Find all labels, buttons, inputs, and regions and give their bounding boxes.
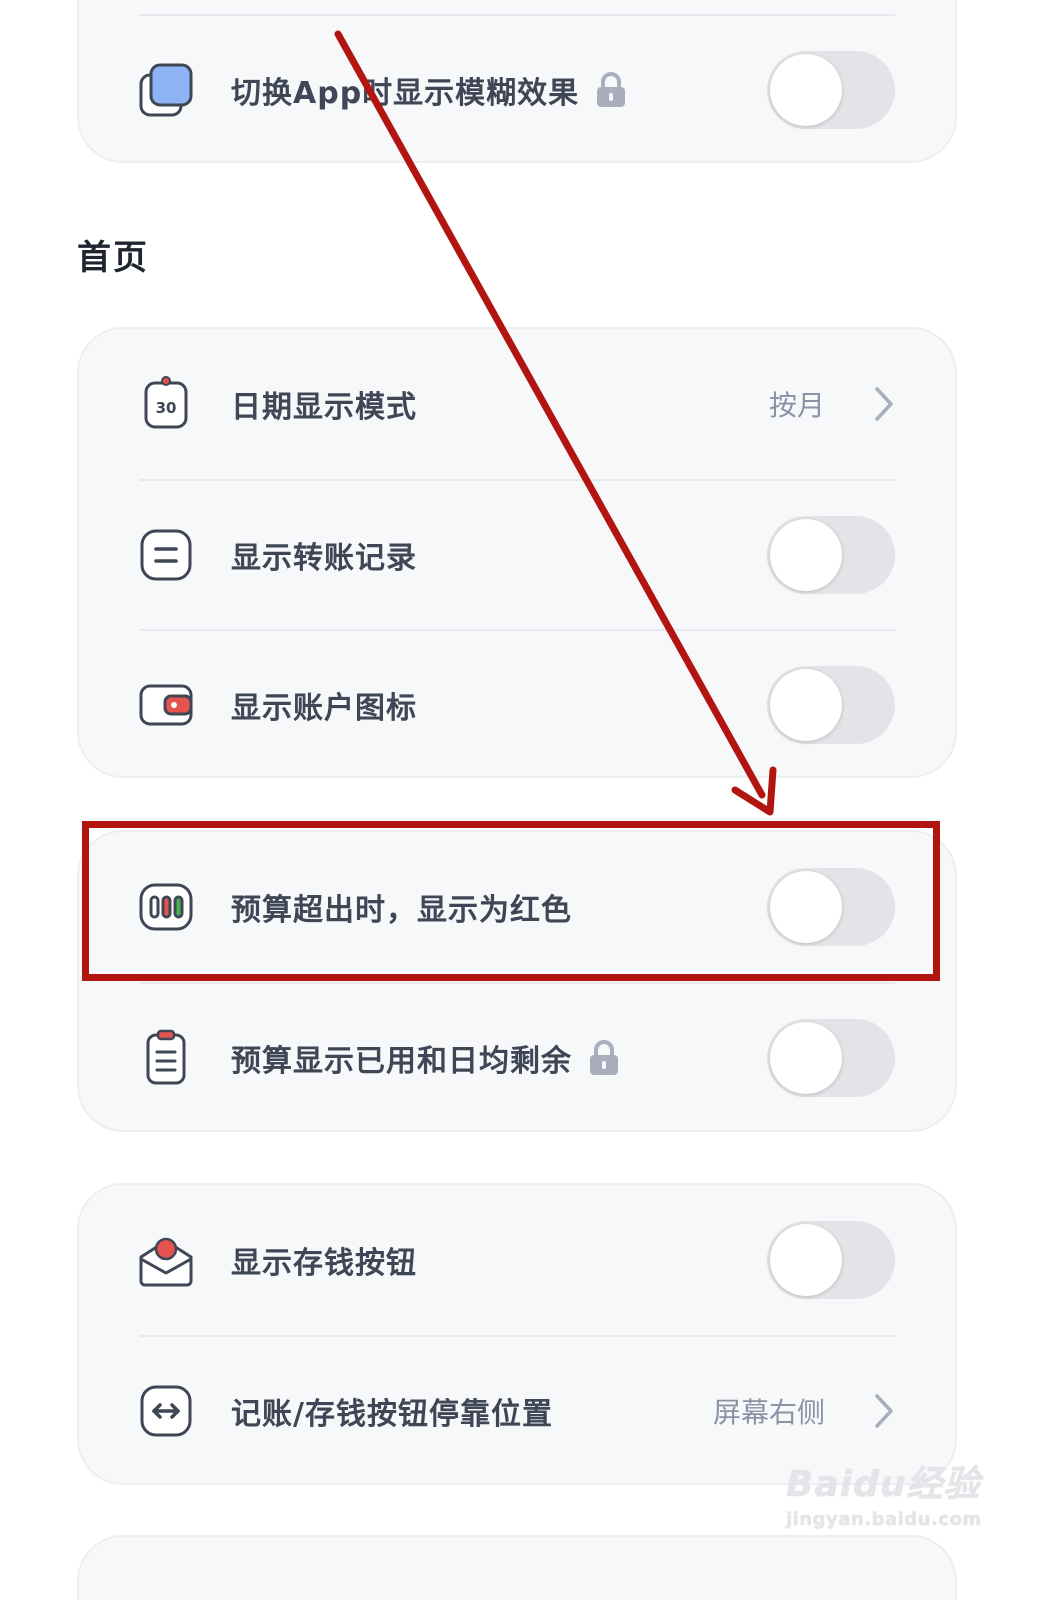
transfer-records-label: 显示转账记录 — [231, 541, 417, 576]
section-title-homepage: 首页 — [77, 238, 149, 278]
date-mode-value: 按月 — [768, 389, 825, 422]
date-mode-label: 日期显示模式 — [231, 390, 417, 425]
lock-icon — [597, 72, 626, 107]
watermark-brand: Baidu经验 — [786, 1464, 981, 1505]
lock-icon — [590, 1040, 618, 1075]
blur-effect-row[interactable]: 切换App时显示模糊效果 — [79, 15, 955, 165]
settings-page: 切换App时显示模糊效果 首页 30 日期显示模式 按月 显示转账记录 显示账户… — [0, 0, 1051, 1600]
blur-effect-label-wrap: 切换App时显示模糊效果 — [231, 68, 627, 112]
dock-position-label: 记账/存钱按钮停靠位置 — [231, 1397, 553, 1432]
next-settings-card — [77, 1535, 957, 1600]
toggle-knob — [770, 1022, 842, 1094]
transfer-records-row: 显示转账记录 — [79, 480, 955, 630]
calendar-icon: 30 — [144, 376, 188, 429]
envelope-coin-icon — [139, 1237, 193, 1287]
budget-red-label: 预算超出时，显示为红色 — [231, 893, 572, 928]
date-mode-row[interactable]: 30 日期显示模式 按月 — [79, 329, 955, 479]
wallet-icon — [139, 684, 193, 726]
display-settings-card: 切换App时显示模糊效果 — [77, 0, 957, 163]
toggle-knob — [770, 669, 842, 741]
app-switch-icon — [139, 63, 193, 117]
savings-settings-card: 显示存钱按钮 记账/存钱按钮停靠位置 屏幕右侧 — [77, 1183, 957, 1485]
chevron-right-icon — [875, 387, 893, 421]
transfer-records-toggle[interactable] — [767, 516, 895, 594]
toggle-knob — [770, 54, 842, 126]
budget-daily-row: 预算显示已用和日均剩余 — [79, 983, 955, 1133]
budget-settings-card: 预算超出时，显示为红色 预算显示已用和日均剩余 — [77, 830, 957, 1132]
account-icon-row: 显示账户图标 — [79, 630, 955, 780]
toggle-knob — [770, 1224, 842, 1296]
baidu-watermark: Baidu经验 jingyan.baidu.com — [786, 1455, 982, 1530]
account-icon-label: 显示账户图标 — [231, 691, 417, 726]
budget-daily-toggle[interactable] — [767, 1019, 895, 1097]
blur-effect-toggle[interactable] — [767, 51, 895, 129]
budget-bars-icon — [139, 883, 193, 931]
calendar-icon-text: 30 — [156, 399, 177, 417]
toggle-knob — [770, 519, 842, 591]
blur-effect-label: 切换App时显示模糊效果 — [231, 76, 580, 111]
savings-button-row: 显示存钱按钮 — [79, 1185, 955, 1335]
savings-button-toggle[interactable] — [767, 1221, 895, 1299]
chevron-right-icon — [875, 1394, 893, 1428]
watermark-site: jingyan.baidu.com — [786, 1509, 982, 1530]
transfer-icon — [140, 529, 192, 581]
horizontal-arrows-icon — [140, 1385, 192, 1437]
budget-daily-label: 预算显示已用和日均剩余 — [231, 1044, 572, 1079]
budget-red-row: 预算超出时，显示为红色 — [79, 832, 955, 982]
budget-daily-label-wrap: 预算显示已用和日均剩余 — [231, 1036, 620, 1080]
homepage-settings-card: 30 日期显示模式 按月 显示转账记录 显示账户图标 — [77, 327, 957, 778]
account-icon-toggle[interactable] — [767, 666, 895, 744]
budget-red-toggle[interactable] — [767, 868, 895, 946]
dock-position-value: 屏幕右侧 — [712, 1396, 825, 1429]
clipboard-list-icon — [146, 1029, 186, 1085]
toggle-knob — [770, 871, 842, 943]
savings-button-label: 显示存钱按钮 — [231, 1246, 417, 1281]
